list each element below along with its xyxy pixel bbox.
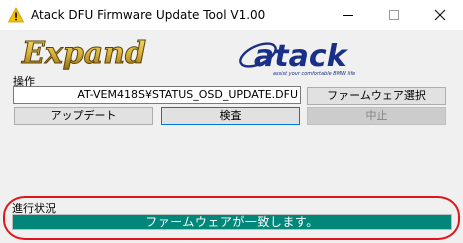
- maximize-icon[interactable]: [371, 0, 417, 30]
- expand-logo: Expand: [21, 36, 147, 72]
- update-button[interactable]: アップデート: [14, 107, 153, 125]
- stop-button[interactable]: 中止: [307, 107, 446, 125]
- progress-bar: ファームウェアが一致します。: [12, 214, 452, 230]
- app-window: Atack DFU Firmware Update Tool V1.00 Exp…: [0, 0, 463, 243]
- progress-message: ファームウェアが一致します。: [145, 215, 319, 229]
- atack-logo: atack assist your comfortable BMW life: [239, 39, 355, 77]
- svg-text:assist your comfortable BMW li: assist your comfortable BMW life: [273, 71, 355, 77]
- firmware-file-path-field[interactable]: AT-VEM418S¥STATUS_OSD_UPDATE.DFU: [13, 86, 301, 104]
- warning-triangle-icon: [8, 7, 24, 23]
- window-title: Atack DFU Firmware Update Tool V1.00: [31, 8, 266, 22]
- svg-text:Expand: Expand: [21, 36, 146, 71]
- verify-button[interactable]: 検査: [161, 107, 300, 125]
- minimize-icon[interactable]: [325, 0, 371, 30]
- close-icon[interactable]: [417, 0, 463, 30]
- svg-text:atack: atack: [254, 39, 349, 74]
- select-firmware-button[interactable]: ファームウェア選択: [307, 87, 446, 105]
- title-bar[interactable]: Atack DFU Firmware Update Tool V1.00: [0, 0, 463, 30]
